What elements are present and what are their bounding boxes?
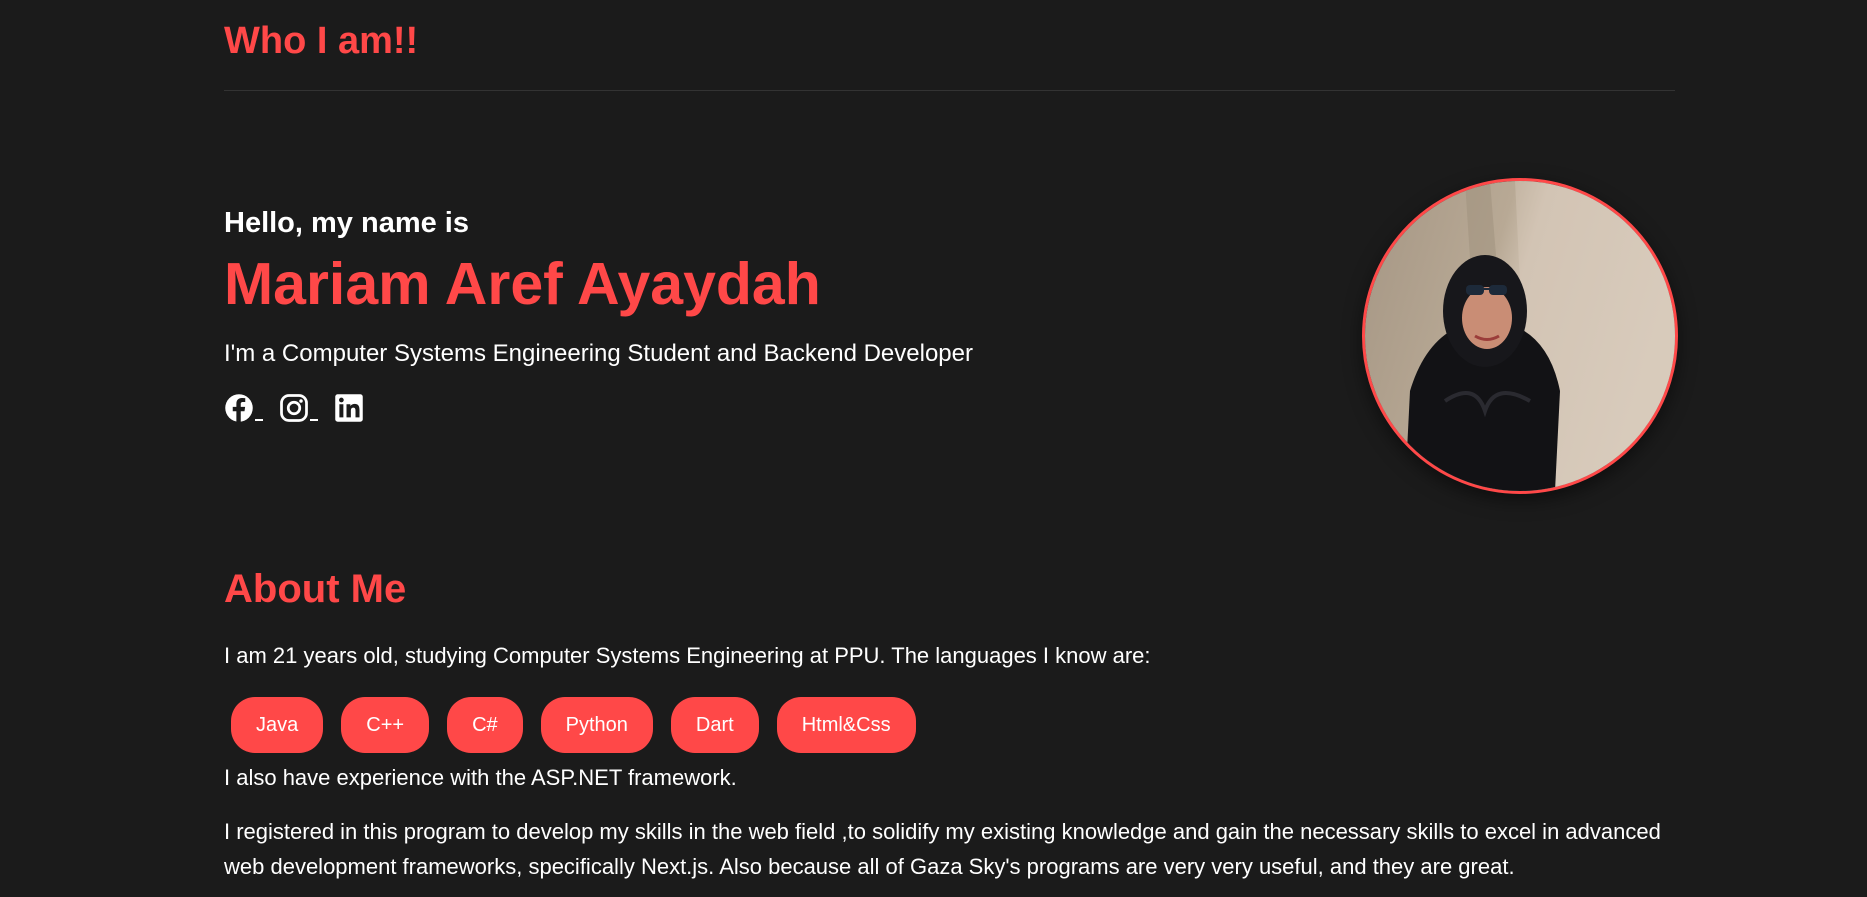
language-pill-dart[interactable]: Dart (670, 697, 759, 753)
about-program: I registered in this program to develop … (224, 819, 1661, 879)
profile-photo-illustration (1365, 181, 1675, 491)
hero-name: Mariam Aref Ayaydah (224, 251, 821, 317)
facebook-link[interactable] (224, 393, 263, 423)
profile-photo (1362, 178, 1678, 494)
site-header: Who I am!! (224, 0, 1675, 91)
language-pill-cpp[interactable]: C++ (341, 697, 430, 753)
language-pill-python[interactable]: Python (540, 697, 653, 753)
facebook-icon (225, 394, 253, 423)
language-pill-csharp[interactable]: C# (447, 697, 523, 753)
site-brand[interactable]: Who I am!! (224, 18, 418, 64)
page: Who I am!! Hello, my name is Mariam Aref… (0, 0, 1867, 897)
about-title: About Me (224, 567, 407, 611)
instagram-icon (280, 394, 308, 422)
instagram-link[interactable] (279, 393, 318, 423)
hero-tagline: I'm a Computer Systems Engineering Stude… (224, 340, 973, 367)
hero-section: Hello, my name is Mariam Aref Ayaydah I'… (224, 205, 1124, 425)
linkedin-link[interactable] (334, 393, 364, 423)
link-underline (310, 419, 318, 421)
language-pill-html-css[interactable]: Html&Css (776, 697, 916, 753)
about-intro: I am 21 years old, studying Computer Sys… (224, 643, 1151, 668)
social-links (224, 391, 1124, 425)
hero-greeting: Hello, my name is (224, 207, 469, 239)
language-pill-java[interactable]: Java (231, 697, 324, 753)
language-list: Java C++ C# Python Dart Html&Css (224, 697, 1675, 753)
about-section: About Me I am 21 years old, studying Com… (224, 564, 1675, 884)
about-framework: I also have experience with the ASP.NET … (224, 765, 737, 790)
link-underline (255, 419, 263, 421)
linkedin-icon (335, 394, 363, 422)
